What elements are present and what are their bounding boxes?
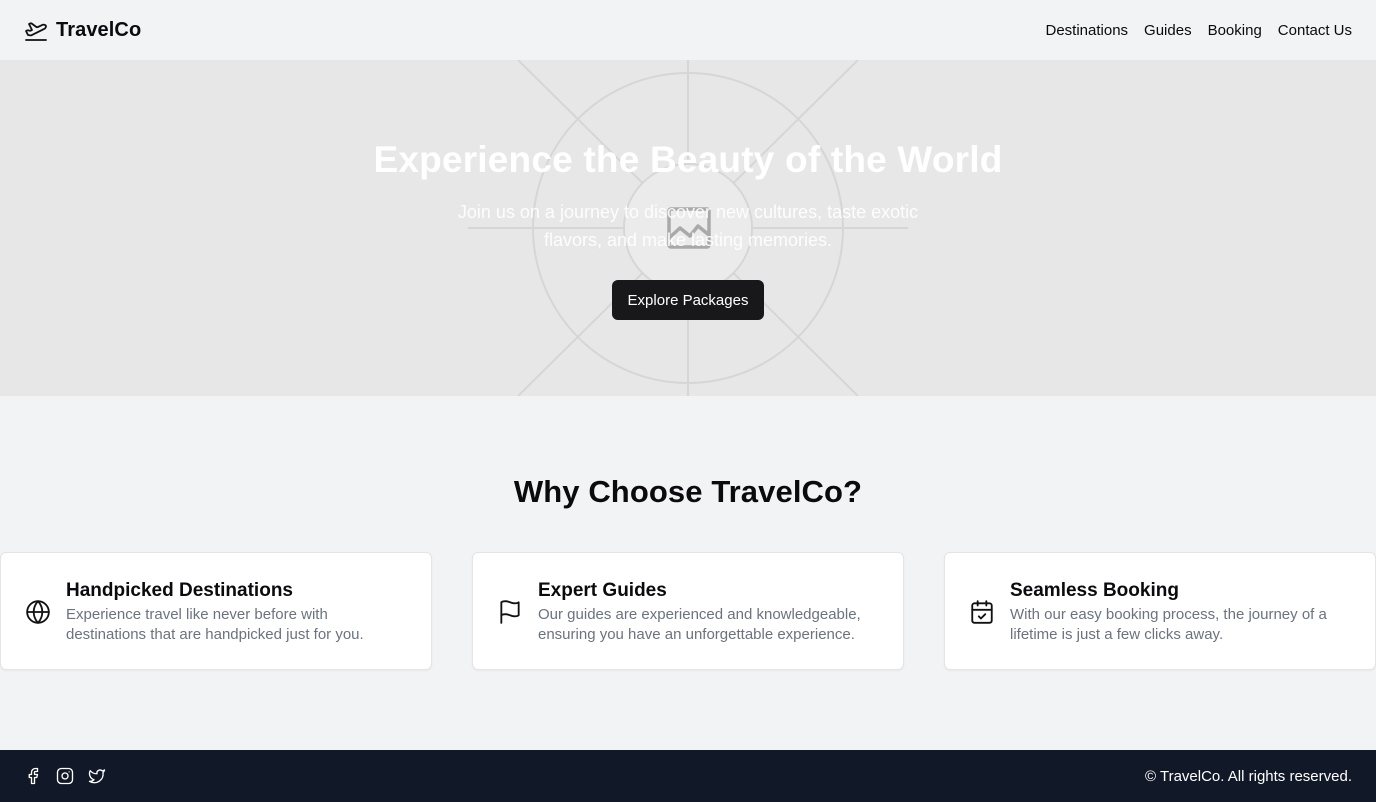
feature-card-seamless-booking: Seamless Booking With our easy booking p… (944, 552, 1376, 670)
twitter-icon[interactable] (88, 767, 106, 785)
site-header: TravelCo Destinations Guides Booking Con… (0, 0, 1376, 60)
hero-section: Experience the Beauty of the World Join … (0, 60, 1376, 396)
features-heading: Why Choose TravelCo? (513, 474, 863, 509)
hero-subtitle: Join us on a journey to discover new cul… (457, 202, 919, 250)
nav-link-destinations[interactable]: Destinations (1046, 22, 1129, 39)
hero-title: Experience the Beauty of the World (373, 139, 1003, 180)
feature-description: With our easy booking process, the journ… (1010, 606, 1327, 643)
main-nav: Destinations Guides Booking Contact Us (1046, 22, 1353, 39)
feature-title: Expert Guides (538, 580, 667, 601)
social-links (24, 767, 106, 785)
nav-link-contact-us[interactable]: Contact Us (1278, 22, 1352, 39)
feature-card-expert-guides: Expert Guides Our guides are experienced… (472, 552, 904, 670)
feature-description: Experience travel like never before with… (66, 606, 364, 643)
features-list: Handpicked Destinations Experience trave… (0, 552, 1376, 670)
nav-link-guides[interactable]: Guides (1144, 22, 1192, 39)
feature-card-handpicked-destinations: Handpicked Destinations Experience trave… (0, 552, 432, 670)
nav-link-booking[interactable]: Booking (1208, 22, 1262, 39)
calendar-check-icon (969, 599, 995, 625)
feature-title: Handpicked Destinations (66, 580, 293, 601)
copyright-text: © TravelCo. All rights reserved. (1145, 767, 1352, 785)
site-footer: © TravelCo. All rights reserved. (0, 750, 1376, 802)
instagram-icon[interactable] (56, 767, 74, 785)
feature-description: Our guides are experienced and knowledge… (538, 606, 861, 643)
feature-title: Seamless Booking (1010, 580, 1179, 601)
brand[interactable]: TravelCo (24, 18, 141, 42)
brand-name: TravelCo (56, 18, 142, 41)
hero-content: Experience the Beauty of the World Join … (0, 138, 1376, 320)
globe-icon (25, 599, 51, 625)
plane-takeoff-icon (24, 18, 48, 42)
explore-packages-button[interactable]: Explore Packages (611, 280, 765, 320)
facebook-icon[interactable] (24, 767, 42, 785)
flag-icon (497, 599, 523, 625)
